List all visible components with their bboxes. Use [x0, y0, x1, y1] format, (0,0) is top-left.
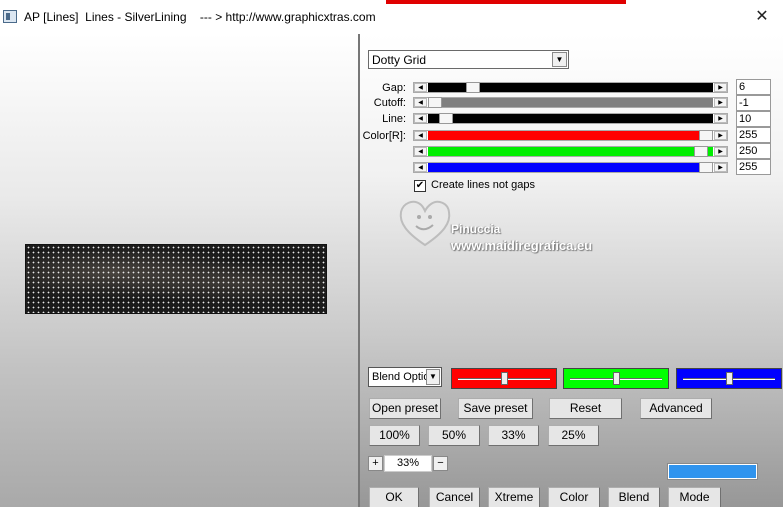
zoom-out-button[interactable]: −	[433, 456, 448, 471]
cutoff-label: Cutoff:	[373, 97, 406, 109]
arrow-right-icon[interactable]: ▶	[714, 83, 727, 92]
save-preset-button[interactable]: Save preset	[458, 398, 533, 419]
mode-button[interactable]: Mode	[668, 487, 721, 507]
color-blue-slider-thumb[interactable]	[699, 162, 713, 173]
arrow-right-icon[interactable]: ▶	[714, 98, 727, 107]
green-blend-slider[interactable]	[563, 368, 669, 389]
ok-button[interactable]: OK	[369, 487, 419, 507]
line-slider-track[interactable]	[428, 114, 713, 123]
color-button[interactable]: Color	[548, 487, 600, 507]
create-lines-label: Create lines not gaps	[431, 179, 535, 191]
window-title: AP [Lines] Lines - SilverLining --- > ht…	[24, 10, 376, 24]
cutoff-slider[interactable]: ◀ ▶	[413, 97, 728, 108]
blue-blend-knob[interactable]	[726, 372, 733, 385]
color-green-slider[interactable]: ◀ ▶	[413, 146, 728, 157]
line-slider[interactable]: ◀ ▶	[413, 113, 728, 124]
arrow-left-icon[interactable]: ◀	[414, 83, 427, 92]
color-swatch[interactable]	[667, 463, 758, 480]
effect-dropdown[interactable]: Dotty Grid ▼	[368, 50, 569, 69]
open-preset-button[interactable]: Open preset	[369, 398, 441, 419]
green-blend-knob[interactable]	[613, 372, 620, 385]
color-blue-slider-track[interactable]	[428, 163, 713, 172]
cutoff-value[interactable]: -1	[736, 95, 771, 111]
color-green-value[interactable]: 250	[736, 143, 771, 159]
zoom-100-button[interactable]: 100%	[369, 425, 420, 446]
cancel-button[interactable]: Cancel	[429, 487, 480, 507]
color-red-slider-track[interactable]	[428, 131, 713, 140]
color-green-slider-thumb[interactable]	[694, 146, 708, 157]
gap-label: Gap:	[382, 82, 406, 94]
color-blue-value[interactable]: 255	[736, 159, 771, 175]
watermark-url: www.maidiregrafica.eu	[451, 238, 593, 253]
reset-button[interactable]: Reset	[549, 398, 622, 419]
blend-options-value: Blend Optio	[372, 371, 430, 383]
arrow-right-icon[interactable]: ▶	[714, 114, 727, 123]
color-red-value[interactable]: 255	[736, 127, 771, 143]
arrow-right-icon[interactable]: ▶	[714, 131, 727, 140]
title-bar: AP [Lines] Lines - SilverLining --- > ht…	[0, 0, 783, 34]
cutoff-slider-thumb[interactable]	[428, 97, 442, 108]
xtreme-button[interactable]: Xtreme	[488, 487, 540, 507]
effect-dropdown-value: Dotty Grid	[372, 53, 427, 67]
zoom-50-button[interactable]: 50%	[428, 425, 480, 446]
zoom-25-button[interactable]: 25%	[548, 425, 599, 446]
gap-slider[interactable]: ◀ ▶	[413, 82, 728, 93]
background-window-strip	[386, 0, 626, 4]
arrow-left-icon[interactable]: ◀	[414, 131, 427, 140]
blend-options-select[interactable]: Blend Optio ▼	[368, 367, 442, 387]
line-label: Line:	[382, 113, 406, 125]
watermark-name: Pinuccia	[451, 222, 501, 236]
arrow-left-icon[interactable]: ◀	[414, 114, 427, 123]
arrow-right-icon[interactable]: ▶	[714, 163, 727, 172]
line-slider-thumb[interactable]	[439, 113, 453, 124]
arrow-right-icon[interactable]: ▶	[714, 147, 727, 156]
color-green-slider-track[interactable]	[428, 147, 713, 156]
chevron-down-icon[interactable]: ▼	[552, 52, 567, 67]
line-value[interactable]: 10	[736, 111, 771, 127]
blend-button[interactable]: Blend	[608, 487, 660, 507]
color-red-slider-thumb[interactable]	[699, 130, 713, 141]
color-blue-slider[interactable]: ◀ ▶	[413, 162, 728, 173]
zoom-value[interactable]: 33%	[384, 455, 432, 472]
zoom-in-button[interactable]: +	[368, 456, 383, 471]
heart-logo-icon	[399, 200, 451, 247]
arrow-left-icon[interactable]: ◀	[414, 147, 427, 156]
color-r-label: Color[R]:	[362, 130, 406, 142]
red-blend-slider[interactable]	[451, 368, 557, 389]
create-lines-checkbox[interactable]: ✔	[414, 180, 426, 192]
advanced-button[interactable]: Advanced	[640, 398, 712, 419]
chevron-down-icon[interactable]: ▼	[426, 369, 440, 385]
red-blend-knob[interactable]	[501, 372, 508, 385]
close-button[interactable]: ✕	[741, 4, 783, 30]
zoom-33-button[interactable]: 33%	[488, 425, 539, 446]
cutoff-slider-track[interactable]	[428, 98, 713, 107]
gap-slider-thumb[interactable]	[466, 82, 480, 93]
arrow-left-icon[interactable]: ◀	[414, 163, 427, 172]
preview-image	[25, 244, 327, 314]
app-icon	[3, 10, 17, 23]
blue-blend-slider[interactable]	[676, 368, 782, 389]
arrow-left-icon[interactable]: ◀	[414, 98, 427, 107]
color-red-slider[interactable]: ◀ ▶	[413, 130, 728, 141]
gap-value[interactable]: 6	[736, 79, 771, 95]
